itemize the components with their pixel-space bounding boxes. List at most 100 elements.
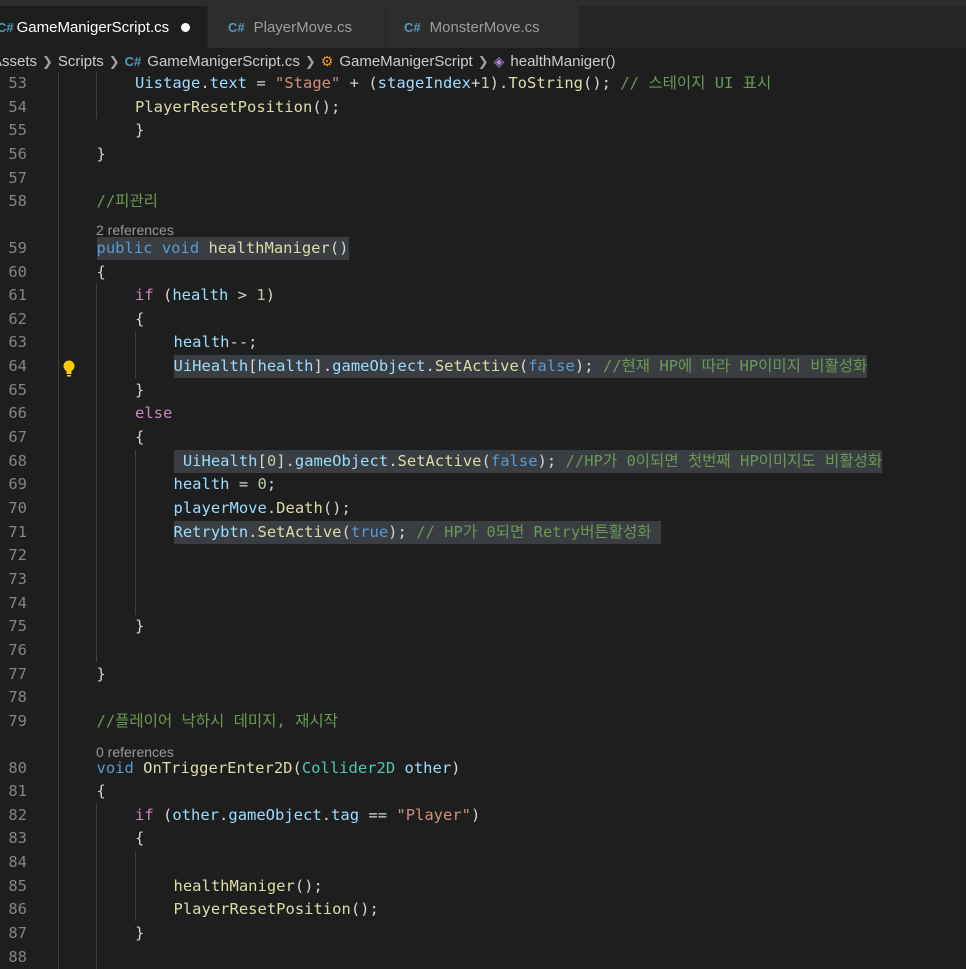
code-text: Retrybtn.SetActive(true); // HP가 0되면 Ret… xyxy=(173,521,661,544)
code-token: . xyxy=(248,523,258,541)
line-number: 65 xyxy=(8,381,27,399)
code-text: PlayerResetPosition(); xyxy=(174,898,379,921)
code-token: PlayerResetPosition xyxy=(173,900,351,918)
breadcrumb-item-file[interactable]: GameManigerScript.cs xyxy=(147,53,300,70)
code-token: ); xyxy=(388,523,417,541)
line-number: 59 xyxy=(8,239,27,257)
lightbulb-icon[interactable] xyxy=(62,359,76,379)
code-text: void OnTriggerEnter2D(Collider2D other) xyxy=(97,757,461,780)
code-token: 1 xyxy=(480,74,490,92)
code-token: } xyxy=(96,145,106,163)
code-text: } xyxy=(135,922,144,945)
line-number: 84 xyxy=(8,853,27,871)
code-text: } xyxy=(135,119,144,142)
code-token: true xyxy=(350,523,389,541)
code-token: ToString xyxy=(508,74,583,92)
tab-gamemaniger-script[interactable]: C# GameManigerScript.cs xyxy=(0,6,208,48)
code-token: SetActive xyxy=(257,523,342,541)
code-token: false xyxy=(490,452,538,470)
tab-player-move[interactable]: C# PlayerMove.cs xyxy=(208,6,386,48)
indent-guide xyxy=(96,804,97,969)
code-text: { xyxy=(135,827,144,850)
line-number: 75 xyxy=(8,617,27,635)
code-token: . xyxy=(200,74,210,92)
csharp-file-icon: C# xyxy=(0,19,14,35)
line-number: 55 xyxy=(8,121,27,139)
indent-guide xyxy=(96,72,97,119)
code-token: + ( xyxy=(340,74,378,92)
code-token: "Player" xyxy=(396,806,472,824)
code-token: = xyxy=(247,74,275,92)
code-token: --; xyxy=(229,333,258,351)
code-token: (); xyxy=(322,499,351,517)
code-token: health xyxy=(172,286,229,304)
code-token: Collider2D xyxy=(301,759,396,777)
code-token: UiHealth xyxy=(182,452,258,470)
code-token: ( xyxy=(292,759,302,777)
code-token: (); xyxy=(583,74,621,92)
line-number: 78 xyxy=(8,688,27,706)
line-number: 87 xyxy=(8,924,27,942)
line-number: 77 xyxy=(8,665,27,683)
code-token: { xyxy=(96,782,106,800)
line-number: 88 xyxy=(8,948,27,966)
code-text: } xyxy=(97,143,106,166)
code-token: == xyxy=(359,806,397,824)
unsaved-dot-icon[interactable] xyxy=(181,22,191,32)
code-text: UiHealth[health].gameObject.SetActive(fa… xyxy=(173,355,868,378)
code-token: ) xyxy=(471,806,481,824)
code-token: + xyxy=(470,74,481,92)
breadcrumb-item-assets[interactable]: Assets xyxy=(0,53,37,70)
code-token: ( xyxy=(153,806,173,824)
line-number: 74 xyxy=(8,594,27,612)
code-text: //플레이어 낙하시 데미지, 재시작 xyxy=(97,710,338,733)
tab-label: MonsterMove.cs xyxy=(429,18,540,36)
line-number: 67 xyxy=(8,428,27,446)
tab-label: PlayerMove.cs xyxy=(253,18,352,36)
code-text: } xyxy=(97,663,106,686)
code-token: health xyxy=(173,475,230,493)
line-number: 64 xyxy=(8,357,27,375)
code-token: // 스테이지 UI 표시 xyxy=(620,74,772,92)
breadcrumb-item-scripts[interactable]: Scripts xyxy=(58,53,104,70)
line-number: 63 xyxy=(8,333,27,351)
chevron-right-icon: ❯ xyxy=(304,53,316,69)
line-number: 79 xyxy=(8,712,27,730)
chevron-right-icon: ❯ xyxy=(108,53,120,69)
code-token: ; xyxy=(266,475,277,493)
code-token: false xyxy=(528,357,575,375)
line-number: 81 xyxy=(8,782,27,800)
line-number: 62 xyxy=(8,310,27,328)
breadcrumb-item-class[interactable]: GameManigerScript xyxy=(339,53,472,70)
code-token: . xyxy=(388,452,398,470)
code-text: if (other.gameObject.tag == "Player") xyxy=(135,804,480,827)
code-token: //HP가 0이되면 첫번째 HP이미지도 비활성화 xyxy=(565,452,883,470)
code-token: //플레이어 낙하시 데미지, 재시작 xyxy=(96,712,338,730)
code-token: health xyxy=(173,333,230,351)
breadcrumb-item-method[interactable]: healthManiger() xyxy=(510,53,615,70)
code-token: ( xyxy=(153,286,173,304)
code-text: else xyxy=(135,402,172,425)
code-text: healthManiger(); xyxy=(174,875,323,898)
line-number: 83 xyxy=(8,829,27,847)
code-token: Death xyxy=(276,499,323,517)
indent-guide xyxy=(58,72,59,969)
code-token: gameObject xyxy=(294,452,389,470)
code-token: ]. xyxy=(313,357,333,375)
code-token: tag xyxy=(331,806,360,824)
code-text: //피관리 xyxy=(97,190,158,213)
code-token: ( xyxy=(341,523,351,541)
code-token: () xyxy=(329,239,349,257)
tab-monster-move[interactable]: C# MonsterMove.cs xyxy=(386,6,580,48)
indent-guide xyxy=(135,450,136,615)
line-number: 73 xyxy=(8,570,27,588)
code-token: // HP가 0되면 Retry버튼활성화 xyxy=(416,523,661,541)
code-token: if xyxy=(135,806,154,824)
code-token: Uistage xyxy=(135,74,201,92)
line-number: 66 xyxy=(8,404,27,422)
line-number: 60 xyxy=(8,263,27,281)
code-token: //피관리 xyxy=(96,192,158,210)
code-token: playerMove xyxy=(173,499,267,517)
code-token: UiHealth xyxy=(173,357,249,375)
